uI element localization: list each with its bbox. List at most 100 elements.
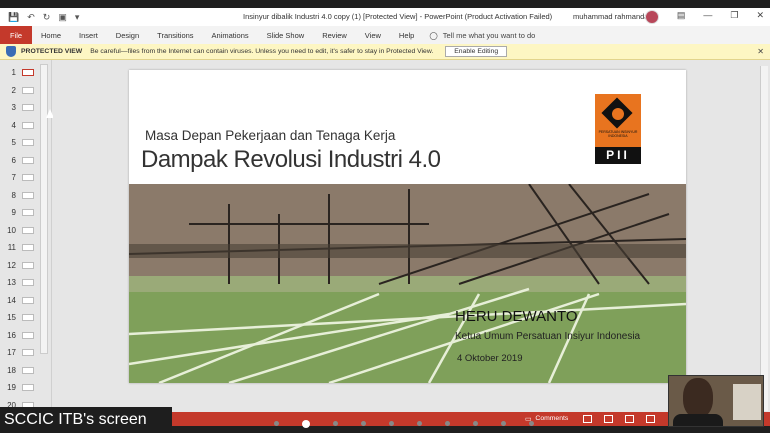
window-controls: ▤ — ❐ ✕ <box>677 10 764 21</box>
page-dot[interactable] <box>473 421 478 426</box>
slide-number: 5 <box>11 138 16 147</box>
slide-thumbnail[interactable]: 3 <box>0 99 40 116</box>
slide-thumbnail-image <box>22 121 34 129</box>
slide-number: 13 <box>7 278 16 287</box>
slide-number: 7 <box>11 173 16 182</box>
tab-home[interactable]: Home <box>32 31 70 40</box>
slide-number: 17 <box>7 348 16 357</box>
minimize-icon[interactable]: — <box>703 10 712 21</box>
slide-number: 9 <box>11 208 16 217</box>
slide-thumbnail-image <box>22 244 34 251</box>
view-buttons <box>583 415 655 423</box>
slide-thumbnail[interactable]: 11 <box>0 239 40 256</box>
vertical-scrollbar[interactable] <box>760 66 768 411</box>
close-icon[interactable]: ✕ <box>756 10 764 21</box>
slide-number: 10 <box>7 225 16 235</box>
thumbnail-scrollbar[interactable] <box>40 64 48 354</box>
customize-icon[interactable]: ▾ <box>75 12 80 23</box>
slide-number: 16 <box>7 330 16 340</box>
webcam-video <box>668 375 764 427</box>
slide-thumbnail-image <box>22 174 34 181</box>
tab-transitions[interactable]: Transitions <box>148 31 202 40</box>
slide-sorter-icon[interactable] <box>604 415 613 423</box>
tab-file[interactable]: File <box>0 26 32 44</box>
redo-icon[interactable]: ↻ <box>43 12 51 23</box>
slide-thumbnail[interactable]: 10 <box>0 222 40 239</box>
ribbon-tabs: File Home Insert Design Transitions Anim… <box>0 26 770 44</box>
slideshow-view-icon[interactable] <box>646 415 655 423</box>
slide-thumbnail[interactable]: 5 <box>0 134 40 151</box>
page-dot[interactable] <box>274 421 279 426</box>
page-dot-active[interactable] <box>302 420 310 428</box>
presenter-shirt <box>673 414 723 426</box>
slide-number: 12 <box>7 260 16 270</box>
powerpoint-window: 💾 ↶ ↻ ▣ ▾ Insinyur dibalik Industri 4.0 … <box>0 8 770 426</box>
page-indicator-dots <box>274 420 534 428</box>
tab-view[interactable]: View <box>356 31 390 40</box>
tab-help[interactable]: Help <box>390 31 423 40</box>
industrial-photo <box>129 184 686 383</box>
slide-thumbnail[interactable]: 8 <box>0 187 40 204</box>
tell-me-box[interactable]: ◯ Tell me what you want to do <box>429 31 535 40</box>
slide-thumbnail-image <box>22 366 34 374</box>
avatar[interactable] <box>645 10 659 24</box>
slide-canvas[interactable]: Masa Depan Pekerjaan dan Tenaga Kerja Da… <box>129 70 686 383</box>
slide-thumbnail[interactable]: 14 <box>0 292 40 309</box>
slide-thumbnail[interactable]: 12 <box>0 257 40 274</box>
save-icon[interactable]: 💾 <box>8 12 19 23</box>
present-icon[interactable]: ▣ <box>58 12 67 23</box>
slide-thumbnail-image <box>22 69 34 76</box>
lightbulb-icon: ◯ <box>429 30 438 40</box>
slide-number: 18 <box>7 365 16 375</box>
tab-design[interactable]: Design <box>107 31 148 40</box>
page-dot[interactable] <box>333 421 338 426</box>
slide-thumbnail[interactable]: 18 <box>0 362 40 379</box>
ribbon-display-icon[interactable]: ▤ <box>677 10 686 21</box>
reading-view-icon[interactable] <box>625 415 634 423</box>
slide-thumbnail[interactable]: 19 <box>0 379 40 396</box>
slide-number: 14 <box>7 295 16 305</box>
protected-view-message: Be careful—files from the Internet can c… <box>90 48 434 55</box>
slide-thumbnail-image <box>22 104 34 111</box>
close-icon[interactable]: ✕ <box>757 47 764 56</box>
slide-thumbnail-image <box>22 86 34 94</box>
slide-thumbnail-image <box>22 261 34 269</box>
slide-thumbnail[interactable]: 6 <box>0 152 40 169</box>
slide-thumbnail[interactable]: 2 <box>0 82 40 99</box>
page-dot[interactable] <box>501 421 506 426</box>
slide-thumbnail[interactable]: 4 <box>0 117 40 134</box>
presentation-date: 4 Oktober 2019 <box>457 353 523 364</box>
slide-thumbnail[interactable]: 13 <box>0 274 40 291</box>
slide-thumbnail[interactable]: 7 <box>0 169 40 186</box>
comments-label: Comments <box>535 415 569 422</box>
slide-thumbnail[interactable]: 17 <box>0 344 40 361</box>
restore-icon[interactable]: ❐ <box>730 10 738 21</box>
user-name[interactable]: muhammad rahmanda <box>573 12 648 21</box>
page-dot[interactable] <box>445 421 450 426</box>
slide-number: 11 <box>7 243 16 252</box>
page-dot[interactable] <box>417 421 422 426</box>
pii-logo: PERSATUAN INSINYUR INDONESIA PII <box>595 94 641 164</box>
logo-pii-text: PII <box>595 147 641 164</box>
slide-thumbnail[interactable]: 15 <box>0 309 40 326</box>
slide-thumbnail-image <box>22 349 34 356</box>
slide-number: 3 <box>11 103 16 112</box>
slide-thumbnail[interactable]: 9 <box>0 204 40 221</box>
slide-number: 8 <box>11 190 16 200</box>
page-dot[interactable] <box>389 421 394 426</box>
slide-thumbnail[interactable]: 16 <box>0 327 40 344</box>
page-dot[interactable] <box>361 421 366 426</box>
background-shelf <box>733 384 761 420</box>
tab-insert[interactable]: Insert <box>70 31 107 40</box>
normal-view-icon[interactable] <box>583 415 592 423</box>
slide-thumbnail-image <box>22 314 34 321</box>
slide-thumbnail-image <box>22 156 34 164</box>
tab-animations[interactable]: Animations <box>203 31 258 40</box>
title-bar: 💾 ↶ ↻ ▣ ▾ Insinyur dibalik Industri 4.0 … <box>0 8 770 26</box>
page-dot[interactable] <box>529 421 534 426</box>
enable-editing-button[interactable]: Enable Editing <box>445 46 508 57</box>
tab-slide-show[interactable]: Slide Show <box>258 31 314 40</box>
tab-review[interactable]: Review <box>313 31 356 40</box>
undo-icon[interactable]: ↶ <box>27 12 35 23</box>
slide-thumbnail[interactable]: 1 <box>0 64 40 81</box>
